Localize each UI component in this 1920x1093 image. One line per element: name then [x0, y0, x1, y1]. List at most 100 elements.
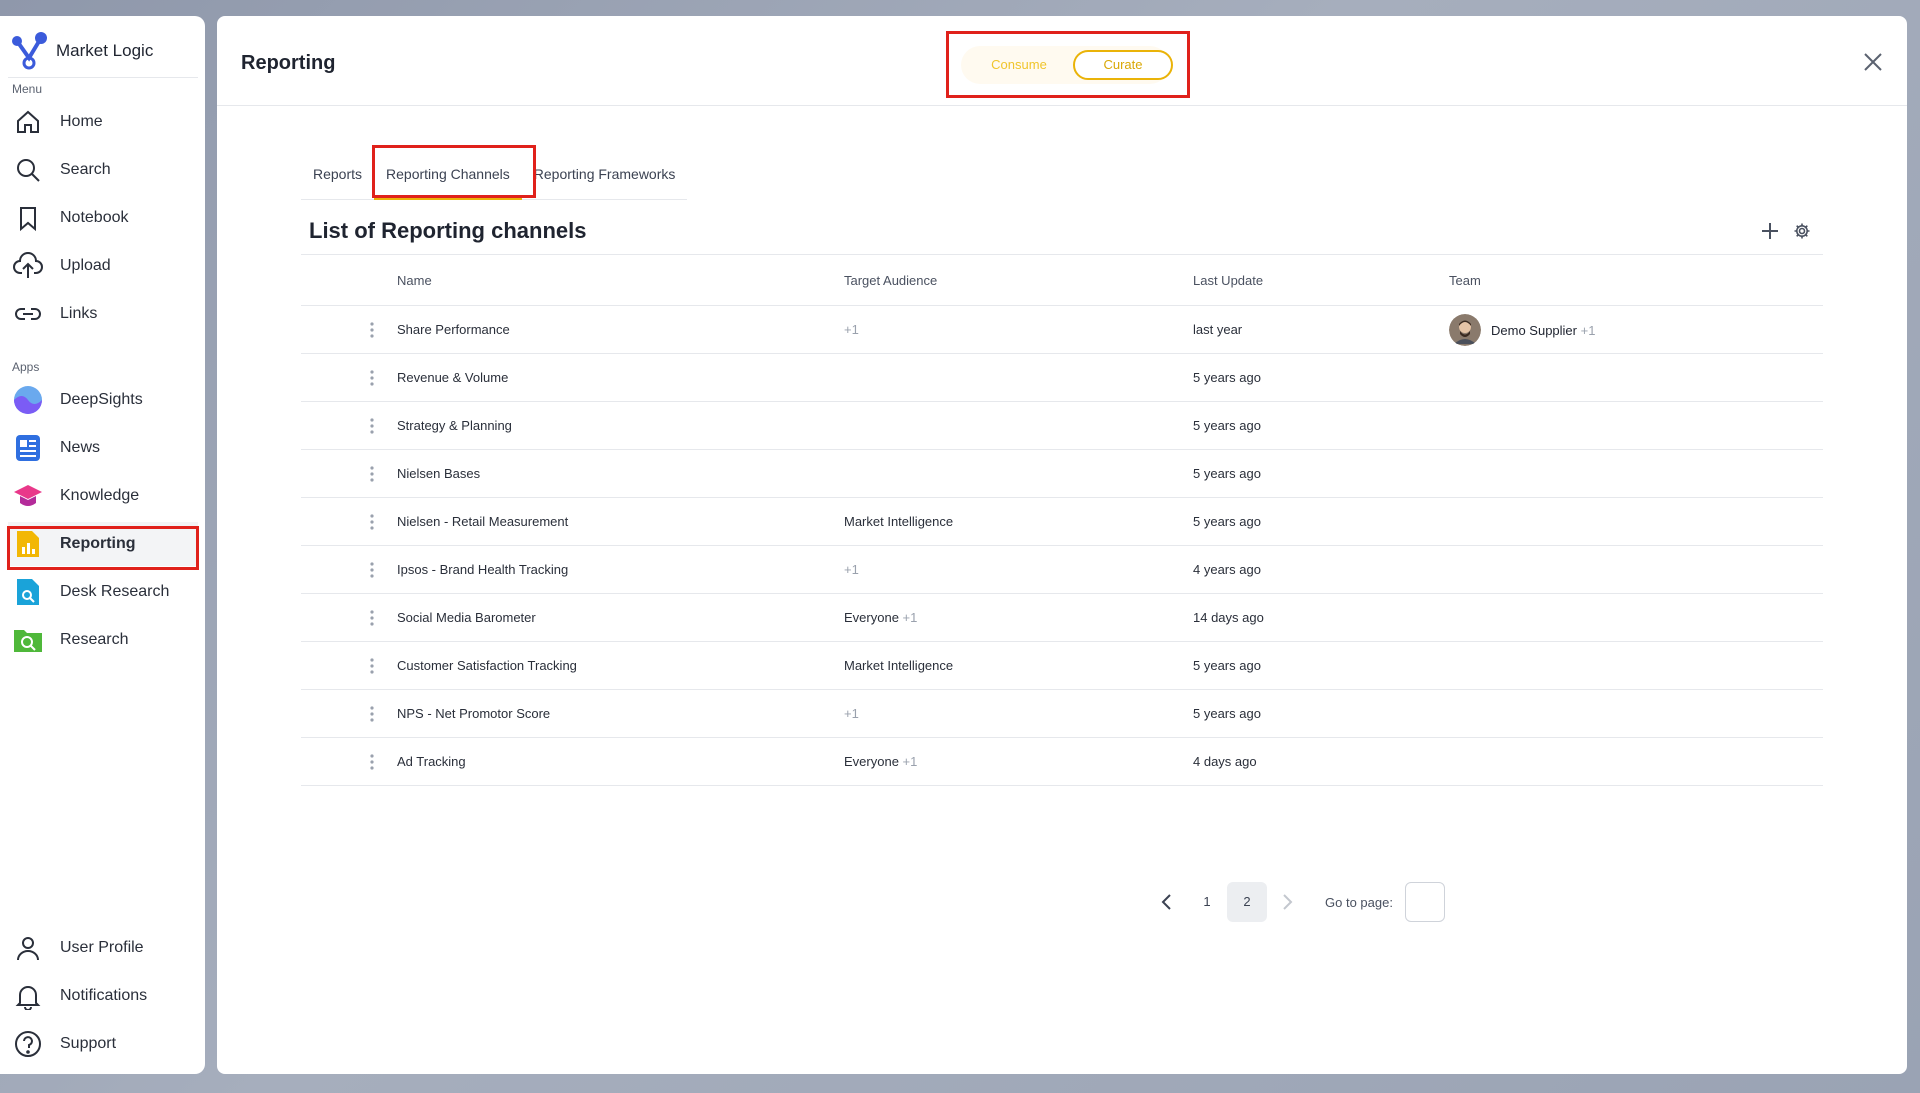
sidebar-item-notifications[interactable]: Notifications — [8, 974, 198, 1018]
next-page-button[interactable] — [1267, 882, 1307, 922]
page-title: Reporting — [241, 52, 336, 74]
kebab-menu-icon[interactable] — [365, 608, 379, 628]
tab-reports[interactable]: Reports — [301, 156, 374, 200]
news-icon — [12, 432, 44, 464]
sidebar-item-research[interactable]: Research — [8, 618, 198, 662]
table-row[interactable]: Customer Satisfaction Tracking Market Int… — [301, 642, 1823, 690]
avatar — [1449, 314, 1481, 346]
sidebar-item-label: Upload — [60, 257, 111, 274]
sidebar-item-label: Knowledge — [60, 487, 140, 504]
channel-name[interactable]: Revenue & Volume — [397, 370, 508, 385]
sidebar-item-label: User Profile — [60, 939, 144, 956]
channels-table: Name Target Audience Last Update Team Sh… — [301, 254, 1823, 786]
sidebar: Market Logic Menu Home Search Notebook U… — [0, 16, 205, 1074]
column-header-team[interactable]: Team — [1449, 273, 1481, 288]
target-audience-extra[interactable]: +1 — [844, 562, 859, 577]
table-row[interactable]: Social Media Barometer Everyone +1 14 days… — [301, 594, 1823, 642]
page-1-button[interactable]: 1 — [1187, 882, 1227, 922]
channel-name[interactable]: Share Performance — [397, 322, 510, 337]
table-row[interactable]: Strategy & Planning 5 years ago — [301, 402, 1823, 450]
sidebar-item-label: Links — [60, 305, 98, 322]
last-update: 5 years ago — [1193, 658, 1261, 673]
table-row[interactable]: NPS - Net Promotor Score +1 5 years ago — [301, 690, 1823, 738]
channel-name[interactable]: Nielsen - Retail Measurement — [397, 514, 568, 529]
channel-name[interactable]: Customer Satisfaction Tracking — [397, 658, 577, 673]
sidebar-item-knowledge[interactable]: Knowledge — [8, 474, 198, 518]
sidebar-item-links[interactable]: Links — [8, 292, 198, 336]
brand[interactable]: Market Logic — [8, 24, 198, 78]
curate-toggle-option[interactable]: Curate — [1073, 50, 1173, 80]
sidebar-item-label: Search — [60, 161, 111, 178]
channel-name[interactable]: Strategy & Planning — [397, 418, 512, 433]
sidebar-item-label: Research — [60, 631, 129, 648]
upload-icon — [12, 250, 44, 282]
sidebar-item-support[interactable]: Support — [8, 1022, 198, 1066]
go-to-page-input[interactable] — [1404, 882, 1445, 922]
gear-icon[interactable] — [1793, 222, 1811, 240]
sidebar-item-user-profile[interactable]: User Profile — [8, 926, 198, 970]
sidebar-item-upload[interactable]: Upload — [8, 244, 198, 288]
table-row[interactable]: Share Performance +1 last year Demo Suppli… — [301, 306, 1823, 354]
last-update: 5 years ago — [1193, 418, 1261, 433]
kebab-menu-icon[interactable] — [365, 368, 379, 388]
sidebar-item-search[interactable]: Search — [8, 148, 198, 192]
sidebar-item-label: Home — [60, 113, 103, 130]
sidebar-item-reporting[interactable]: Reporting — [8, 522, 198, 566]
sidebar-item-desk-research[interactable]: Desk Research — [8, 570, 198, 614]
channel-name[interactable]: Nielsen Bases — [397, 466, 480, 481]
target-audience-extra[interactable]: +1 — [844, 322, 859, 337]
sidebar-item-news[interactable]: News — [8, 426, 198, 470]
go-to-page-label: Go to page: — [1325, 894, 1393, 910]
kebab-menu-icon[interactable] — [365, 704, 379, 724]
knowledge-icon — [12, 480, 44, 512]
target-audience-extra[interactable]: +1 — [844, 706, 859, 721]
channel-name[interactable]: Ad Tracking — [397, 754, 466, 769]
sidebar-item-home[interactable]: Home — [8, 100, 198, 144]
last-update: 5 years ago — [1193, 370, 1261, 385]
close-icon[interactable] — [1861, 50, 1885, 74]
kebab-menu-icon[interactable] — [365, 512, 379, 532]
table-row[interactable]: Nielsen Bases 5 years ago — [301, 450, 1823, 498]
table-row[interactable]: Ad Tracking Everyone +1 4 days ago — [301, 738, 1823, 786]
channel-name[interactable]: NPS - Net Promotor Score — [397, 706, 550, 721]
table-body: Share Performance +1 last year Demo Suppli… — [301, 306, 1823, 786]
column-header-last-update[interactable]: Last Update — [1193, 273, 1263, 288]
kebab-menu-icon[interactable] — [365, 464, 379, 484]
last-update: last year — [1193, 322, 1243, 337]
channel-name[interactable]: Social Media Barometer — [397, 610, 536, 625]
sidebar-item-notebook[interactable]: Notebook — [8, 196, 198, 240]
tab-bar: Reports Reporting Channels Reporting Fra… — [301, 156, 688, 200]
column-header-target-audience[interactable]: Target Audience — [844, 273, 937, 288]
target-audience: Market Intelligence — [844, 658, 953, 673]
bookmark-icon — [12, 202, 44, 234]
kebab-menu-icon[interactable] — [365, 752, 379, 772]
sidebar-item-label: News — [60, 439, 101, 456]
channel-name[interactable]: Ipsos - Brand Health Tracking — [397, 562, 568, 577]
kebab-menu-icon[interactable] — [365, 320, 379, 340]
kebab-menu-icon[interactable] — [365, 416, 379, 436]
sidebar-item-deepsights[interactable]: DeepSights — [8, 378, 198, 422]
kebab-menu-icon[interactable] — [365, 656, 379, 676]
target-audience-extra[interactable]: +1 — [903, 610, 918, 625]
last-update: 5 years ago — [1193, 466, 1261, 481]
target-audience: Everyone +1 — [844, 754, 917, 769]
prev-page-button[interactable] — [1147, 882, 1187, 922]
tab-reporting-channels[interactable]: Reporting Channels — [374, 156, 522, 200]
target-audience-value: Everyone — [844, 610, 899, 625]
column-header-name[interactable]: Name — [397, 273, 432, 288]
team-name: Demo Supplier — [1491, 322, 1577, 338]
tab-reporting-frameworks[interactable]: Reporting Frameworks — [522, 156, 688, 200]
kebab-menu-icon[interactable] — [365, 560, 379, 580]
table-row[interactable]: Revenue & Volume 5 years ago — [301, 354, 1823, 402]
pagination: 1 2 Go to page: — [1147, 882, 1445, 922]
bell-icon — [12, 980, 44, 1012]
table-row[interactable]: Ipsos - Brand Health Tracking +1 4 years … — [301, 546, 1823, 594]
target-audience-extra[interactable]: +1 — [903, 754, 918, 769]
target-audience: +1 — [844, 562, 859, 577]
page-2-button[interactable]: 2 — [1227, 882, 1267, 922]
consume-toggle-option[interactable]: Consume — [967, 50, 1071, 80]
table-row[interactable]: Nielsen - Retail Measurement Market Intel… — [301, 498, 1823, 546]
list-title: List of Reporting channels — [309, 218, 587, 243]
team-extra[interactable]: +1 — [1581, 323, 1596, 338]
add-icon[interactable] — [1759, 220, 1781, 242]
